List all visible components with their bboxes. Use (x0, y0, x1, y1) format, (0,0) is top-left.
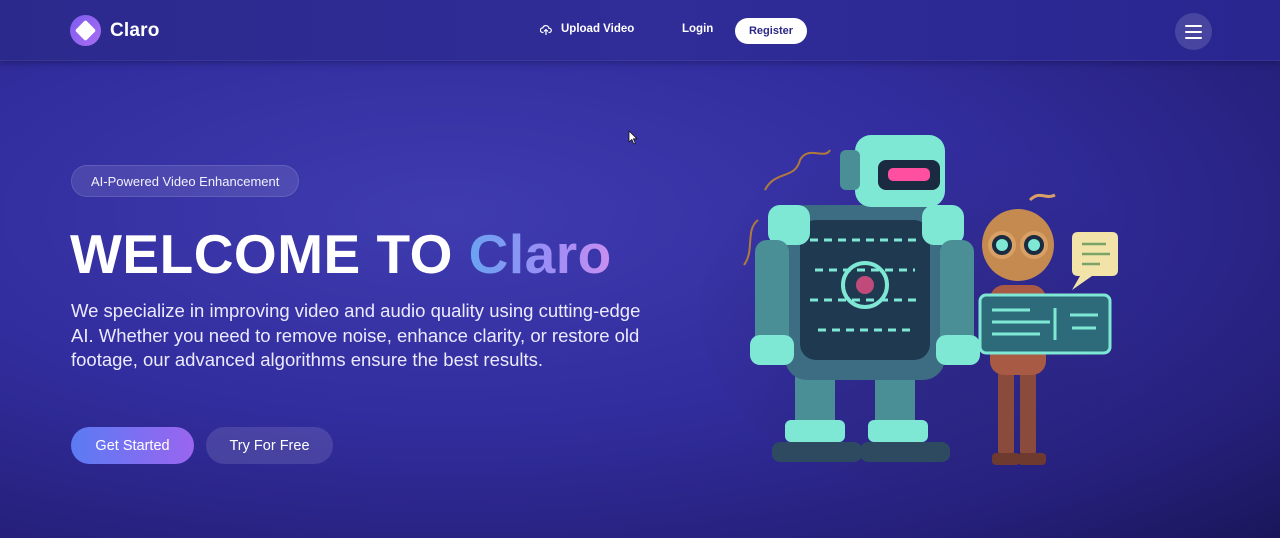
top-navbar: Claro Upload Video Login Register (0, 0, 1280, 61)
hero-description: We specialize in improving video and aud… (71, 300, 641, 370)
login-link[interactable]: Login (682, 23, 713, 35)
hero-title: WELCOME TO Claro (70, 224, 612, 284)
brand[interactable]: Claro (70, 15, 160, 46)
upload-video-label: Upload Video (561, 23, 635, 35)
mouse-cursor-icon (628, 130, 638, 145)
robot-illustration (700, 135, 1140, 480)
brand-name: Claro (110, 19, 160, 41)
hero-badge: AI-Powered Video Enhancement (71, 165, 300, 197)
try-for-free-button[interactable]: Try For Free (206, 427, 333, 464)
diamond-logo-icon (70, 15, 101, 46)
hero-title-accent: Claro (468, 223, 612, 285)
cloud-upload-icon (540, 24, 552, 35)
get-started-button[interactable]: Get Started (71, 427, 194, 464)
register-button[interactable]: Register (735, 18, 807, 44)
upload-video-link[interactable]: Upload Video (540, 23, 634, 35)
hamburger-menu-icon[interactable] (1175, 13, 1212, 50)
hero-title-prefix: WELCOME TO (70, 223, 469, 285)
